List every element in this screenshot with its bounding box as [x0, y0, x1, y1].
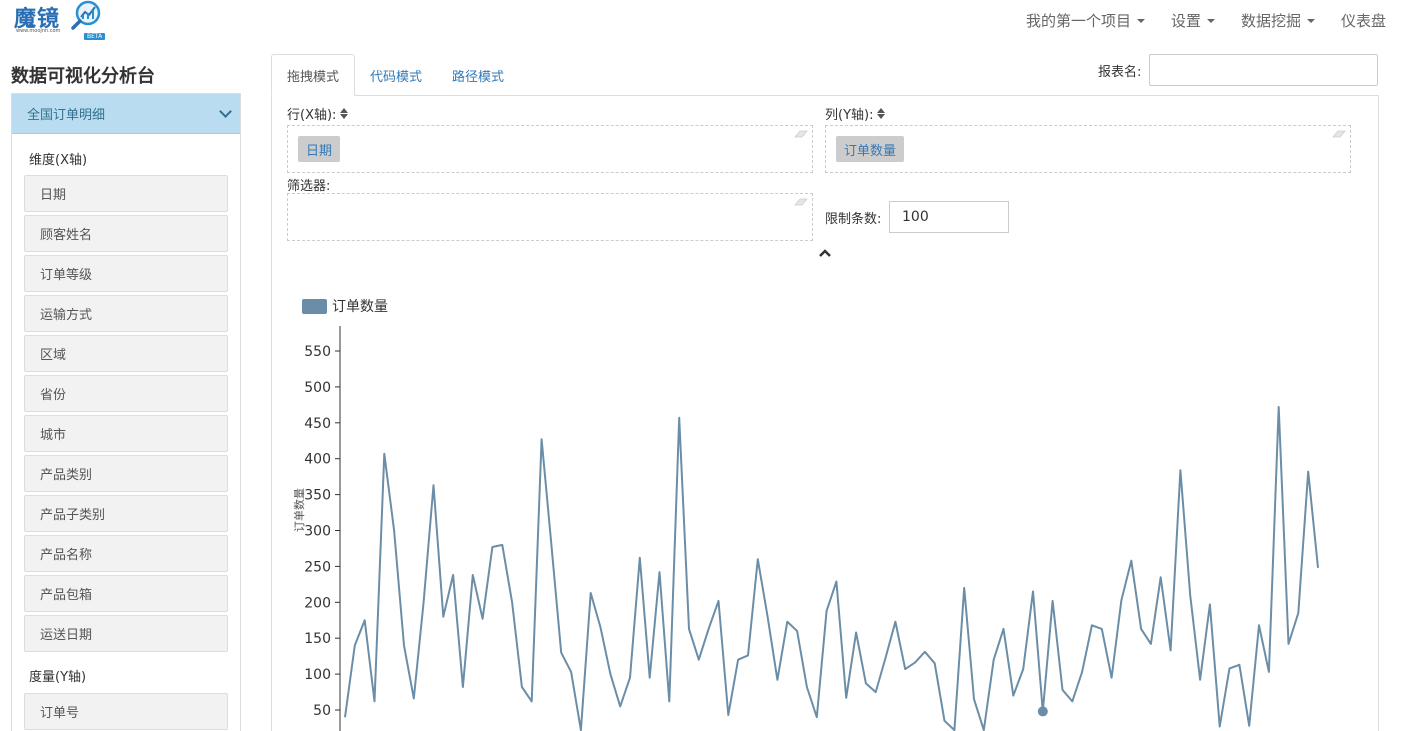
measure-group-label: 度量(Y轴): [29, 670, 87, 685]
report-name-input[interactable]: [1149, 54, 1378, 86]
sidebar-title: 数据可视化分析台: [11, 66, 155, 87]
dimension-field[interactable]: 运送日期: [24, 615, 228, 652]
series-line: [344, 406, 1319, 731]
limit-label: 限制条数:: [825, 212, 882, 227]
tab-path-mode[interactable]: 路径模式: [437, 54, 519, 96]
caret-down-icon: [1136, 19, 1145, 23]
sort-icon[interactable]: [877, 108, 886, 119]
tab-drag-mode[interactable]: 拖拽模式: [271, 54, 356, 96]
field-label: 区域: [40, 348, 67, 363]
field-label: 产品子类别: [40, 508, 106, 523]
col-shelf-text: 列(Y轴):: [825, 108, 874, 123]
dimension-field[interactable]: 顾客姓名: [24, 215, 228, 252]
row-shelf-text: 行(X轴):: [287, 108, 337, 123]
chevron-down-icon: [219, 104, 232, 118]
field-label: 日期: [40, 188, 67, 203]
y-axis-title: 订单数量: [293, 488, 306, 532]
nav-datamining-dropdown[interactable]: 数据挖掘: [1241, 10, 1315, 31]
nav-settings-dropdown[interactable]: 设置: [1171, 10, 1215, 31]
dataset-selector[interactable]: 全国订单明细: [12, 94, 240, 134]
chevron-up-icon[interactable]: [818, 248, 832, 258]
dimension-field[interactable]: 订单等级: [24, 255, 228, 292]
legend-swatch: [302, 298, 327, 314]
eraser-icon[interactable]: [794, 130, 808, 138]
caret-down-icon: [1206, 19, 1215, 23]
dataset-name: 全国订单明细: [27, 108, 106, 123]
field-label: 省份: [40, 388, 67, 403]
field-label: 运送日期: [40, 628, 93, 643]
y-tick-label: 100: [304, 667, 331, 683]
y-tick-label: 500: [304, 380, 331, 396]
legend-label: 订单数量: [332, 299, 388, 315]
eraser-icon[interactable]: [794, 198, 808, 206]
magnifier-chart-icon: [71, 0, 101, 30]
dimension-field[interactable]: 城市: [24, 415, 228, 452]
dimension-field[interactable]: 省份: [24, 375, 228, 412]
nav-project-dropdown[interactable]: 我的第一个项目: [1026, 10, 1145, 31]
mode-tabs: 拖拽模式 代码模式 路径模式: [271, 54, 519, 96]
nav-dashboard-link[interactable]: 仪表盘: [1341, 10, 1386, 31]
col-shelf[interactable]: 订单数量: [825, 125, 1351, 173]
y-tick-label: 400: [304, 452, 331, 468]
row-pill-date[interactable]: 日期: [298, 136, 341, 162]
y-tick-label: 150: [304, 631, 331, 647]
dimension-field[interactable]: 产品子类别: [24, 495, 228, 532]
nav-project-label: 我的第一个项目: [1025, 11, 1131, 30]
field-label: 产品名称: [40, 548, 93, 563]
logo-url: www.moojnn.com: [16, 28, 61, 34]
nav-datamining-label: 数据挖掘: [1240, 11, 1301, 30]
field-label: 顾客姓名: [40, 228, 93, 243]
dimension-field[interactable]: 产品包箱: [24, 575, 228, 612]
field-label: 订单等级: [40, 268, 93, 283]
filter-shelf-label: 筛选器:: [287, 179, 331, 194]
caret-down-icon: [1306, 19, 1315, 23]
sidebar: 全国订单明细 维度(X轴) 日期 顾客姓名 订单等级 运输方式 区域 省份 城市…: [11, 93, 241, 731]
y-tick-label: 550: [304, 344, 331, 360]
col-shelf-label: 列(Y轴):: [825, 104, 886, 123]
chart-legend[interactable]: 订单数量: [302, 296, 388, 316]
field-label: 产品包箱: [40, 588, 93, 603]
report-name-label: 报表名:: [1098, 65, 1142, 80]
logo[interactable]: 魔镜 www.moojnn.com BETA: [14, 0, 114, 44]
y-tick-label: 200: [304, 595, 331, 611]
limit-value: 100: [902, 209, 929, 225]
y-tick-label: 50: [313, 703, 331, 719]
dimension-group-label: 维度(X轴): [29, 153, 88, 168]
measure-field[interactable]: 订单号: [24, 693, 228, 730]
sort-icon[interactable]: [340, 108, 349, 119]
col-pill-order-count[interactable]: 订单数量: [836, 136, 905, 162]
field-label: 运输方式: [40, 308, 93, 323]
dimension-list: 日期 顾客姓名 订单等级 运输方式 区域 省份 城市 产品类别 产品子类别 产品…: [12, 175, 240, 652]
nav-dashboard-label: 仪表盘: [1340, 11, 1386, 30]
y-tick-label: 350: [304, 488, 331, 504]
dimension-field[interactable]: 区域: [24, 335, 228, 372]
field-label: 产品类别: [40, 468, 93, 483]
eraser-icon[interactable]: [1332, 130, 1346, 138]
dimension-field[interactable]: 产品名称: [24, 535, 228, 572]
dimension-field[interactable]: 产品类别: [24, 455, 228, 492]
nav-settings-label: 设置: [1170, 11, 1201, 30]
field-label: 订单号: [40, 706, 80, 721]
field-label: 城市: [40, 428, 67, 443]
row-shelf[interactable]: 日期: [287, 125, 813, 173]
line-chart: 50 100 150 200 250 300 350 400 450 500 550 订单数量: [293, 326, 1319, 731]
beta-badge: BETA: [84, 33, 106, 40]
y-tick-label: 450: [304, 416, 331, 432]
tab-code-mode[interactable]: 代码模式: [355, 54, 437, 96]
filter-shelf[interactable]: [287, 193, 813, 241]
limit-input[interactable]: 100: [889, 201, 1009, 233]
hover-point: [1037, 706, 1048, 717]
y-tick-label: 300: [304, 524, 331, 540]
top-nav: 我的第一个项目 设置 数据挖掘 仪表盘: [1026, 0, 1402, 40]
dimension-field[interactable]: 日期: [24, 175, 228, 212]
y-tick-label: 250: [304, 559, 331, 575]
dimension-field[interactable]: 运输方式: [24, 295, 228, 332]
row-shelf-label: 行(X轴):: [287, 104, 349, 123]
